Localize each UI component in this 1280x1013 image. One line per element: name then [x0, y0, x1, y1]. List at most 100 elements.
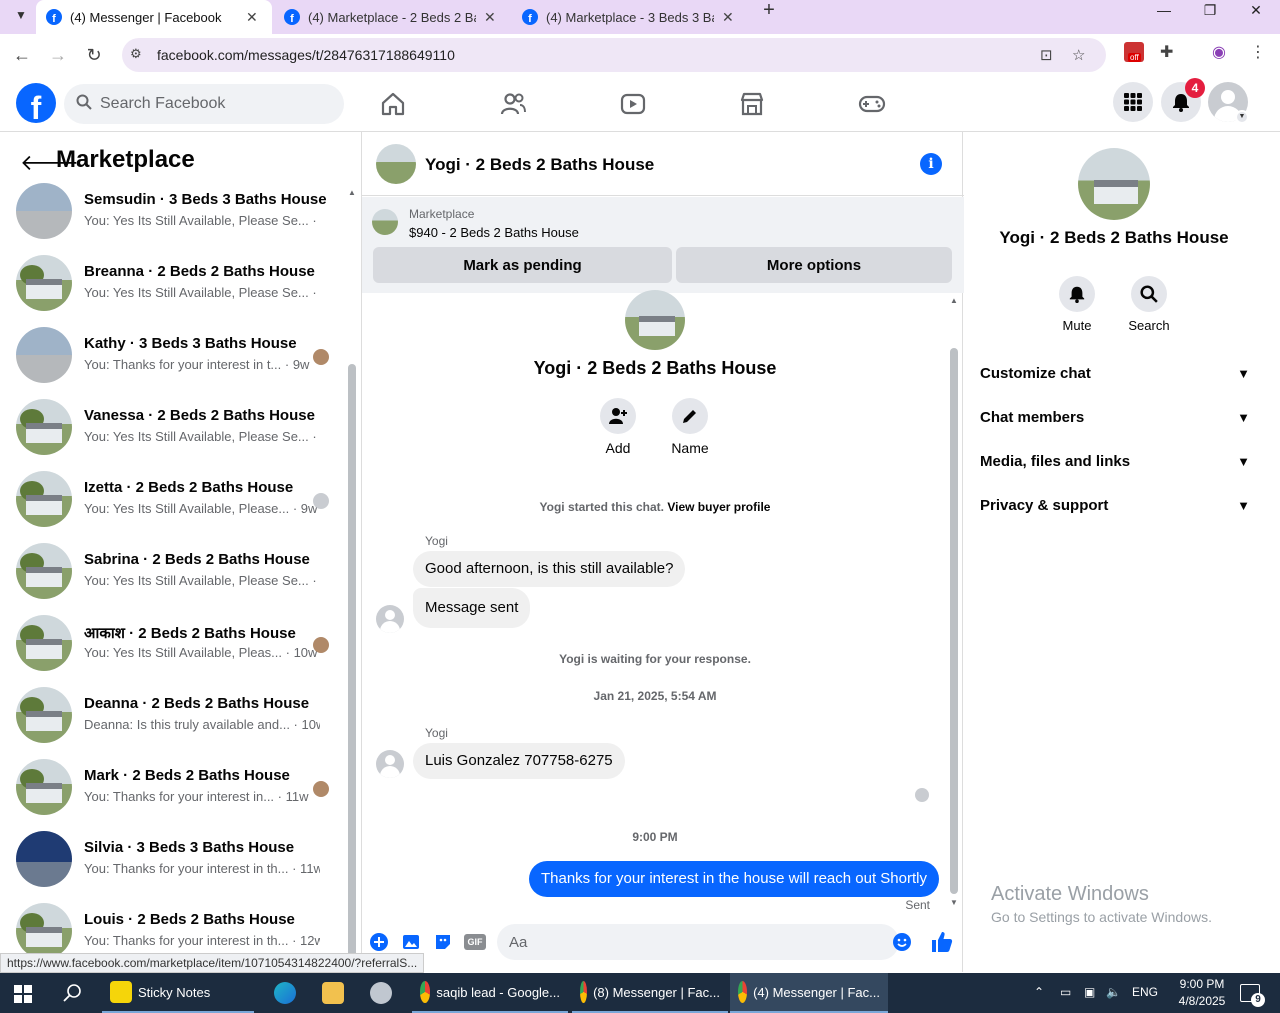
conversation-item[interactable]: Mark · 2 Beds 2 Baths House You: Thanks f…: [0, 759, 344, 831]
taskbar-app[interactable]: [362, 973, 400, 1013]
conversation-item[interactable]: आकाश · 2 Beds 2 Baths House You: Yes Its …: [0, 615, 344, 687]
emoji-icon[interactable]: [892, 932, 912, 952]
thumbs-up-icon[interactable]: [930, 930, 954, 954]
search-input[interactable]: [100, 84, 330, 124]
profile-icon[interactable]: ◉: [1212, 42, 1226, 62]
listing-thumbnail: [16, 471, 72, 527]
listing-price[interactable]: $940 - 2 Beds 2 Baths House: [409, 225, 579, 240]
chevron-down-icon[interactable]: ▼: [1235, 110, 1249, 124]
listing-thumbnail[interactable]: [376, 144, 416, 184]
conversation-item[interactable]: Silvia · 3 Beds 3 Baths House You: Thanks…: [0, 831, 344, 903]
new-tab-button[interactable]: +: [758, 0, 780, 22]
sender-avatar[interactable]: [376, 605, 404, 633]
sender-avatar[interactable]: [376, 750, 404, 778]
incoming-message[interactable]: Message sent: [413, 588, 531, 628]
omnibox[interactable]: ⚙ facebook.com/messages/t/28476317188649…: [122, 38, 1106, 72]
customize-chat-section[interactable]: Customize chat ▼: [980, 354, 1250, 394]
conversation-item[interactable]: Kathy · 3 Beds 3 Baths House You: Thanks …: [0, 327, 344, 399]
windows-start-icon[interactable]: [14, 985, 32, 1003]
facebook-search[interactable]: [64, 84, 344, 124]
bookmark-star-icon[interactable]: ☆: [1072, 46, 1085, 64]
view-buyer-profile-link[interactable]: View buyer profile: [667, 500, 770, 514]
pencil-icon: [683, 410, 696, 423]
tab-search-chevron-icon[interactable]: ▼: [8, 2, 34, 28]
taskbar-chrome-saqib-lead[interactable]: saqib lead - Google...: [412, 973, 568, 1013]
scroll-up-icon[interactable]: ▲: [950, 296, 958, 305]
url-text[interactable]: facebook.com/messages/t/2847631718864911…: [157, 47, 455, 63]
notification-center-icon[interactable]: 9: [1240, 984, 1265, 1007]
clock[interactable]: 9:00 PM 4/8/2025: [1172, 976, 1232, 1010]
reload-icon[interactable]: ↻: [80, 41, 108, 69]
gaming-icon[interactable]: [858, 90, 886, 118]
panel-title: Marketplace: [56, 146, 195, 173]
incoming-message[interactable]: Good afternoon, is this still available?: [413, 551, 686, 587]
tab-marketplace-3-beds[interactable]: f (4) Marketplace - 3 Beds 3 Baths House…: [512, 0, 748, 34]
conversation-item[interactable]: Breanna · 2 Beds 2 Baths House You: Yes I…: [0, 255, 344, 327]
network-icon[interactable]: ▣: [1084, 985, 1095, 999]
plus-circle-icon[interactable]: [369, 932, 389, 952]
close-tab-icon[interactable]: ✕: [722, 9, 734, 26]
scrollbar-thumb[interactable]: [950, 348, 958, 894]
video-icon[interactable]: [619, 90, 647, 118]
tab-marketplace-2-beds[interactable]: f (4) Marketplace - 2 Beds 2 Baths House…: [274, 0, 510, 34]
time-separator: 9:00 PM: [632, 830, 678, 844]
chat-members-section[interactable]: Chat members ▼: [980, 398, 1250, 438]
friends-icon[interactable]: [499, 90, 527, 118]
taskbar-chrome-messenger-8[interactable]: (8) Messenger | Fac...: [572, 973, 728, 1013]
taskbar-edge[interactable]: [266, 973, 304, 1013]
listing-thumbnail[interactable]: [372, 209, 398, 235]
conversation-item[interactable]: Deanna · 2 Beds 2 Baths House Deanna: Is …: [0, 687, 344, 759]
minimize-button[interactable]: —: [1141, 0, 1187, 22]
sticker-icon[interactable]: [433, 932, 453, 952]
mark-as-pending-button[interactable]: Mark as pending: [373, 247, 672, 283]
facebook-logo-icon[interactable]: f: [16, 83, 56, 123]
scrollbar[interactable]: ▲: [348, 188, 356, 968]
search-icon[interactable]: [62, 983, 82, 1003]
scroll-up-icon[interactable]: ▲: [348, 188, 356, 197]
close-tab-icon[interactable]: ✕: [484, 9, 496, 26]
add-people-button[interactable]: [600, 398, 636, 434]
info-icon[interactable]: i: [920, 153, 942, 175]
rename-button[interactable]: [672, 398, 708, 434]
scroll-down-icon[interactable]: ▼: [950, 898, 958, 907]
conversation-preview: Deanna: Is this truly available and... ·…: [84, 717, 320, 732]
extensions-puzzle-icon[interactable]: ✚: [1160, 42, 1173, 62]
chevron-up-icon[interactable]: ⌃: [1034, 985, 1044, 999]
photo-icon[interactable]: [401, 932, 421, 952]
chat-title[interactable]: Yogi · 2 Beds 2 Baths House: [425, 155, 654, 175]
scrollbar[interactable]: ▲ ▼: [950, 296, 960, 908]
close-window-button[interactable]: ✕: [1233, 0, 1279, 22]
browser-menu-icon[interactable]: ⋮: [1250, 42, 1266, 62]
language-indicator[interactable]: ENG: [1132, 985, 1158, 999]
conversation-item[interactable]: Izetta · 2 Beds 2 Baths House You: Yes It…: [0, 471, 344, 543]
outgoing-message[interactable]: Thanks for your interest in the house wi…: [528, 861, 939, 897]
install-app-icon[interactable]: ⊡: [1040, 46, 1053, 64]
conversation-item[interactable]: Semsudin · 3 Beds 3 Baths House You: Yes …: [0, 183, 344, 255]
conversation-item[interactable]: Sabrina · 2 Beds 2 Baths House You: Yes I…: [0, 543, 344, 615]
search-in-chat-button[interactable]: [1131, 276, 1167, 312]
conversation-item[interactable]: Vanessa · 2 Beds 2 Baths House You: Yes I…: [0, 399, 344, 471]
maximize-button[interactable]: ❐: [1187, 0, 1233, 22]
mute-button[interactable]: [1059, 276, 1095, 312]
forward-arrow-icon[interactable]: →: [44, 41, 72, 69]
tab-messenger[interactable]: f (4) Messenger | Facebook ✕: [36, 0, 272, 34]
volume-icon[interactable]: 🔈: [1106, 985, 1121, 999]
privacy-support-section[interactable]: Privacy & support ▼: [980, 486, 1250, 526]
taskbar-sticky-notes[interactable]: Sticky Notes: [102, 973, 254, 1013]
scrollbar-thumb[interactable]: [348, 364, 356, 964]
gif-icon[interactable]: GIF: [464, 934, 486, 950]
home-icon[interactable]: [379, 90, 407, 118]
marketplace-icon[interactable]: [738, 90, 766, 118]
taskbar-chrome-messenger-4[interactable]: (4) Messenger | Fac...: [730, 973, 888, 1013]
incoming-message[interactable]: Luis Gonzalez 707758-6275: [413, 743, 625, 779]
menu-grid-button[interactable]: [1113, 82, 1153, 122]
site-info-icon[interactable]: ⚙: [130, 46, 142, 62]
back-arrow-icon[interactable]: ←: [8, 41, 36, 69]
battery-icon[interactable]: ▭: [1060, 985, 1071, 999]
message-input[interactable]: [497, 924, 899, 960]
more-options-button[interactable]: More options: [676, 247, 952, 283]
close-tab-icon[interactable]: ✕: [246, 9, 258, 26]
taskbar-file-explorer[interactable]: [314, 973, 352, 1013]
media-files-links-section[interactable]: Media, files and links ▼: [980, 442, 1250, 482]
extension-off-icon[interactable]: off: [1124, 42, 1144, 62]
